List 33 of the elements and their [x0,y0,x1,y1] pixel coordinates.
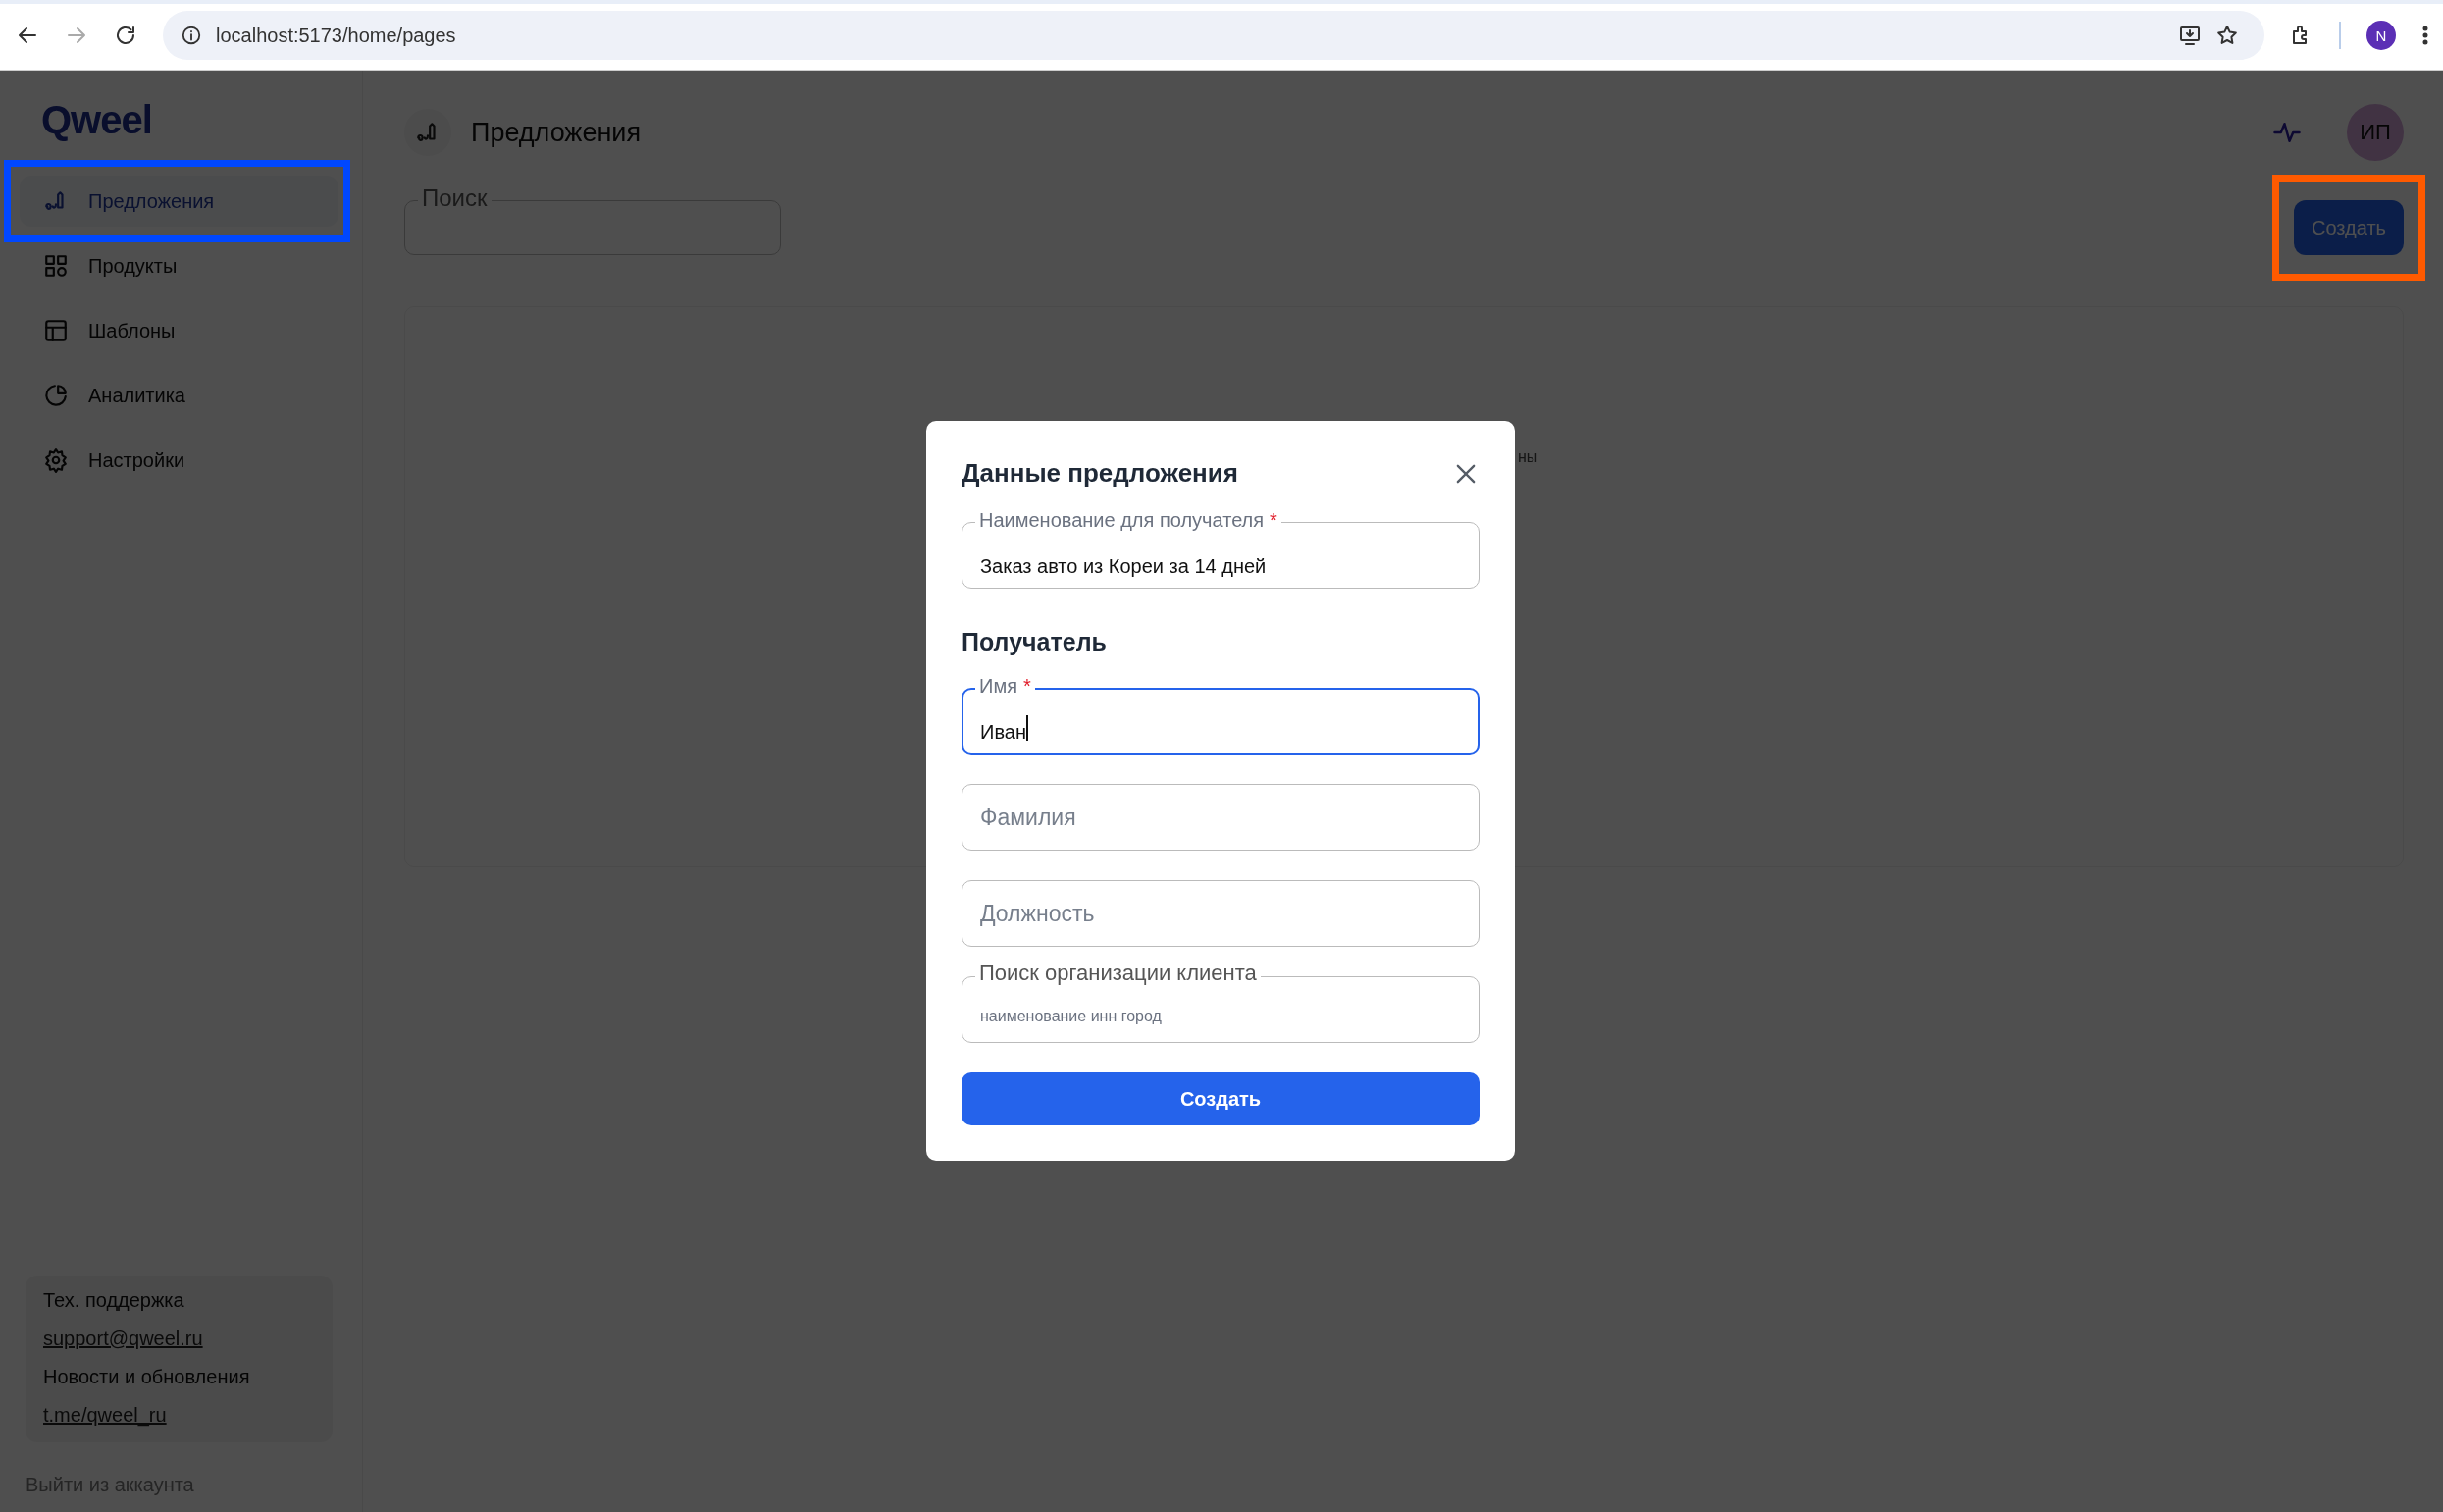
user-avatar[interactable]: ИП [2347,104,2404,161]
create-button[interactable]: Создать [2294,200,2404,255]
nav-item[interactable]: Настройки [20,435,338,486]
input-field[interactable]: Фамилия [962,784,1480,851]
support-label: Новости и обновления [43,1366,250,1388]
info-icon[interactable] [181,25,202,46]
nav-item[interactable]: Предложения [20,176,338,227]
reload-icon[interactable] [114,24,137,47]
layout-icon [43,318,69,343]
install-icon[interactable] [2178,24,2202,47]
grid-icon [43,253,69,279]
support-label: Тех. поддержка [43,1289,184,1312]
nav-item[interactable]: Шаблоны [20,305,338,356]
page-title: Предложения [471,117,642,148]
more-icon[interactable] [2421,24,2429,47]
field-label: Поиск организации клиента [975,963,1261,984]
star-icon[interactable] [2215,24,2239,47]
text-cursor [1025,715,1028,741]
profile-avatar[interactable]: N [2366,21,2396,50]
empty-state-text: ны [1518,448,1538,466]
url-text: localhost:5173/home/pages [216,24,456,47]
submit-button[interactable]: Создать [962,1072,1480,1125]
section-heading: Получатель [962,628,1108,656]
nav-item[interactable]: Продукты [20,240,338,291]
nav-item[interactable]: Аналитика [20,370,338,421]
link[interactable]: t.me/qweel_ru [43,1404,167,1427]
settings-icon [43,447,69,473]
address-bar[interactable]: localhost:5173/home/pages [163,11,2264,60]
link[interactable]: support@qweel.ru [43,1328,203,1350]
logo[interactable]: Qweel [20,98,338,142]
pie-chart-icon [43,383,69,408]
input-field[interactable]: Должность [962,880,1480,947]
dialog-title: Данные предложения [962,458,1238,489]
